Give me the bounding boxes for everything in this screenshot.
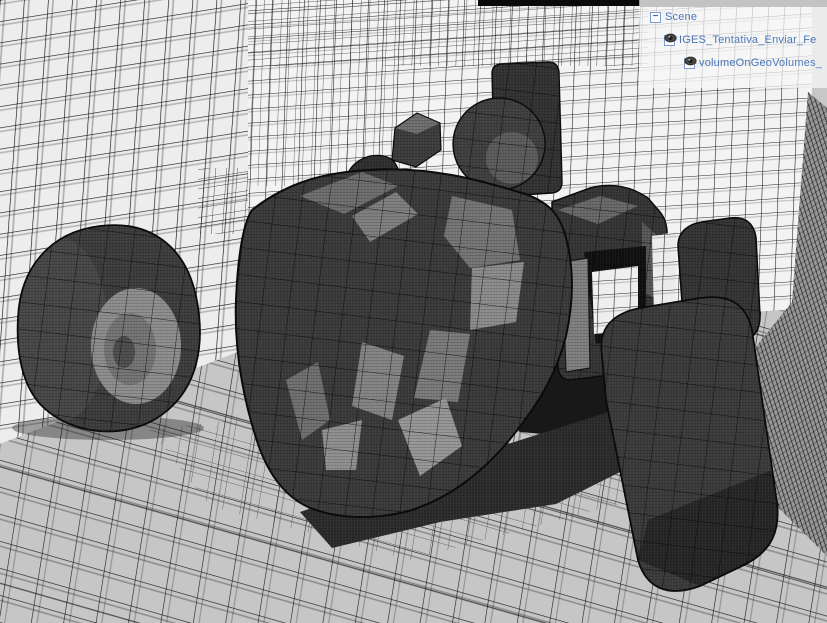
tree-item-label[interactable]: Scene bbox=[665, 11, 697, 23]
tree-item-label[interactable]: volumeOnGeoVolumes_ bbox=[699, 57, 822, 69]
visibility-eye-icon[interactable] bbox=[664, 33, 677, 43]
panel-top-strip bbox=[640, 0, 827, 7]
visibility-eye-icon[interactable] bbox=[684, 56, 697, 66]
helmet-mesh[interactable] bbox=[452, 97, 546, 191]
viewport-3d[interactable] bbox=[0, 0, 827, 623]
front-left-wheel-mesh[interactable] bbox=[12, 224, 201, 433]
tree-item-label[interactable]: IGES_Tentativa_Enviar_Fe bbox=[679, 34, 816, 46]
tree-item-iges[interactable]: − IGES_Tentativa_Enviar_Fe bbox=[664, 33, 816, 47]
ceiling-edge-strip bbox=[478, 0, 644, 6]
tree-item-volume[interactable]: + volumeOnGeoVolumes_ bbox=[684, 56, 822, 70]
application-window: − Scene − IGES_Tentativa_Enviar_Fe + vol… bbox=[0, 0, 827, 623]
tree-item-scene[interactable]: − Scene bbox=[650, 10, 697, 24]
scene-tree-panel: − Scene − IGES_Tentativa_Enviar_Fe + vol… bbox=[640, 0, 827, 88]
collapse-box-icon[interactable]: − bbox=[650, 11, 661, 23]
